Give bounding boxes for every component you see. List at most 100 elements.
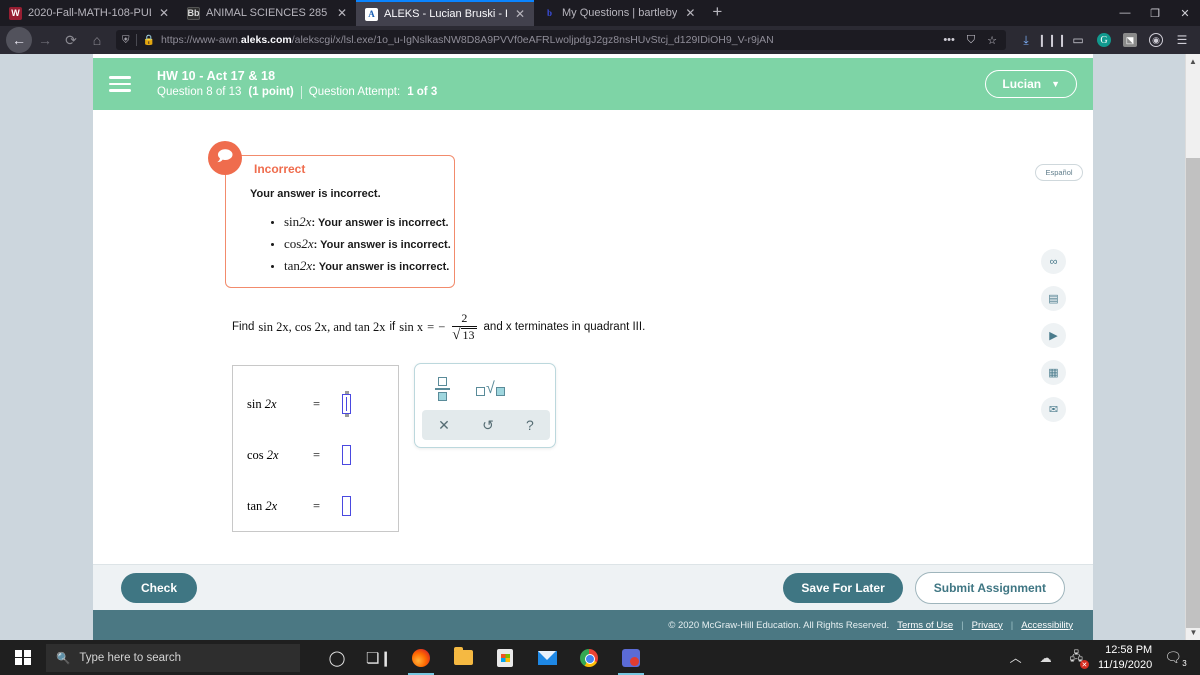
problem-terms: sin 2x, cos 2x, and tan 2x bbox=[258, 319, 386, 334]
cortana-icon[interactable]: ◯ bbox=[316, 640, 358, 675]
browser-tab-3[interactable]: b My Questions | bartleby ✕ bbox=[534, 0, 704, 26]
tab-title: 2020-Fall-MATH-108-PULLM-1 bbox=[28, 7, 151, 19]
help-icon[interactable]: ? bbox=[526, 417, 534, 433]
tab-close-icon[interactable]: ✕ bbox=[683, 6, 697, 20]
language-toggle-button[interactable]: Español bbox=[1035, 164, 1083, 181]
copyright-text: © 2020 McGraw-Hill Education. All Rights… bbox=[668, 619, 890, 631]
user-menu-button[interactable]: Lucian ▼ bbox=[985, 70, 1077, 98]
palette-actions: ✕ ↺ ? bbox=[422, 410, 550, 440]
browser-titlebar: W 2020-Fall-MATH-108-PULLM-1 ✕ Bb ANIMAL… bbox=[0, 0, 1200, 26]
extension-icon-wrap[interactable]: ⬔ bbox=[1118, 29, 1142, 51]
question-points: (1 point) bbox=[248, 85, 294, 98]
chevron-down-icon: ▼ bbox=[1051, 79, 1060, 89]
taskbar-clock[interactable]: 12:58 PM 11/19/2020 bbox=[1092, 643, 1164, 673]
worksheet-icon[interactable]: ▤ bbox=[1041, 286, 1066, 311]
search-icon: 🔍 bbox=[56, 652, 71, 665]
star-icon[interactable]: ☆ bbox=[984, 34, 1000, 47]
windows-start-icon[interactable] bbox=[0, 640, 46, 675]
problem-condition: if bbox=[389, 321, 396, 334]
tab-close-icon[interactable]: ✕ bbox=[513, 7, 527, 21]
new-tab-button[interactable]: + bbox=[704, 0, 732, 26]
answer-input-sin2x[interactable] bbox=[342, 391, 352, 417]
task-view-icon[interactable]: ❏❙ bbox=[358, 640, 400, 675]
lock-icon[interactable]: 🔒 bbox=[143, 35, 155, 46]
list-item: sin2x: Your answer is incorrect. bbox=[284, 214, 451, 230]
expr-fn: tan bbox=[284, 258, 300, 273]
answer-input-tan2x[interactable] bbox=[342, 496, 352, 516]
privacy-link[interactable]: Privacy bbox=[972, 620, 1003, 631]
expr-arg: 2x bbox=[299, 258, 313, 273]
calculator-icon[interactable]: ▦ bbox=[1041, 360, 1066, 385]
minimize-icon[interactable]: — bbox=[1110, 7, 1140, 19]
download-icon[interactable]: ⤓ bbox=[1014, 29, 1038, 51]
hamburger-icon[interactable] bbox=[109, 67, 143, 101]
answer-input-cos2x[interactable] bbox=[342, 445, 352, 465]
radical-icon[interactable]: √ bbox=[476, 381, 505, 396]
reload-icon[interactable]: ⟳ bbox=[58, 27, 84, 53]
aleks-page: HW 10 - Act 17 & 18 Question 8 of 13 (1 … bbox=[93, 54, 1093, 640]
url-path: /alekscgi/x/lsl.exe/1o_u-IgNslkasNW8D8A9… bbox=[291, 34, 774, 46]
tab-close-icon[interactable]: ✕ bbox=[335, 6, 349, 20]
list-item: tan2x: Your answer is incorrect. bbox=[284, 258, 451, 274]
microsoft-store-icon[interactable] bbox=[484, 640, 526, 675]
library-icon[interactable]: ❙❙❙ bbox=[1037, 29, 1067, 51]
browser-tab-1[interactable]: Bb ANIMAL SCIENCES 285 syllabus ✕ bbox=[178, 0, 356, 26]
chrome-icon[interactable] bbox=[568, 640, 610, 675]
pocket-icon[interactable]: ⛉ bbox=[964, 34, 978, 47]
message-icon[interactable]: ✉ bbox=[1041, 397, 1066, 422]
shield-icon[interactable]: ⛨ bbox=[122, 35, 130, 46]
divider: | bbox=[1010, 619, 1014, 631]
palette-symbols: √ bbox=[415, 364, 555, 406]
account-icon-wrap[interactable]: ◉ bbox=[1144, 29, 1168, 51]
submit-assignment-button[interactable]: Submit Assignment bbox=[914, 571, 1065, 604]
app-icon[interactable] bbox=[610, 640, 652, 675]
expr-fn: sin bbox=[284, 214, 300, 229]
math-palette: √ ✕ ↺ ? bbox=[414, 363, 556, 448]
scroll-down-icon[interactable]: ▼ bbox=[1186, 625, 1200, 640]
text-caret bbox=[345, 397, 348, 411]
undo-icon[interactable]: ↺ bbox=[482, 417, 494, 434]
menu-icon[interactable]: ☰ bbox=[1170, 29, 1194, 51]
save-for-later-button[interactable]: Save For Later bbox=[783, 572, 903, 603]
check-button[interactable]: Check bbox=[121, 572, 198, 603]
page-scrollbar[interactable]: ▲ ▼ bbox=[1185, 54, 1200, 640]
back-icon[interactable]: ← bbox=[6, 27, 32, 53]
clear-icon[interactable]: ✕ bbox=[438, 417, 450, 434]
maximize-icon[interactable]: ❐ bbox=[1140, 7, 1170, 20]
close-window-icon[interactable]: ✕ bbox=[1170, 7, 1200, 20]
attempt-label: Question Attempt: bbox=[308, 85, 401, 98]
browser-tab-2-active[interactable]: A ALEKS - Lucian Bruski - HW 10 ✕ bbox=[356, 0, 534, 26]
network-error-icon[interactable]: 🖧 ✕ bbox=[1061, 647, 1092, 669]
window-controls: — ❐ ✕ bbox=[1110, 0, 1200, 26]
grammarly-icon-wrap[interactable]: G bbox=[1092, 29, 1116, 51]
taskbar-search-input[interactable]: 🔍 Type here to search bbox=[46, 643, 300, 672]
mail-icon[interactable] bbox=[526, 640, 568, 675]
problem-sinx: sin x bbox=[399, 319, 424, 334]
browser-tab-0[interactable]: W 2020-Fall-MATH-108-PULLM-1 ✕ bbox=[0, 0, 178, 26]
firefox-icon[interactable] bbox=[400, 640, 442, 675]
fraction-icon[interactable] bbox=[435, 377, 450, 401]
divider: | bbox=[961, 619, 964, 631]
forward-icon[interactable]: → bbox=[32, 27, 58, 53]
tab-close-icon[interactable]: ✕ bbox=[157, 6, 171, 20]
toolbar-icons: ⤓ ❙❙❙ ▭ G ⬔ ◉ ☰ bbox=[1014, 29, 1194, 51]
browser-navbar: ← → ⟳ ⌂ ⛨ 🔒 https://www-awn.aleks.com/al… bbox=[0, 26, 1200, 54]
video-icon[interactable]: ▶ bbox=[1041, 323, 1066, 348]
right-actions: Save For Later Submit Assignment bbox=[783, 571, 1065, 604]
answer-label: cos 2x bbox=[247, 447, 279, 462]
glasses-icon[interactable]: ∞ bbox=[1041, 249, 1066, 274]
chevron-up-icon[interactable]: ︿ bbox=[1001, 649, 1031, 666]
address-bar[interactable]: ⛨ 🔒 https://www-awn.aleks.com/alekscgi/x… bbox=[116, 30, 1006, 50]
accessibility-link[interactable]: Accessibility bbox=[1021, 620, 1073, 631]
onedrive-icon[interactable]: ☁ bbox=[1031, 651, 1061, 665]
scrollbar-thumb[interactable] bbox=[1186, 158, 1200, 628]
file-explorer-icon[interactable] bbox=[442, 640, 484, 675]
terms-of-use-link[interactable]: Terms of Use bbox=[897, 620, 953, 631]
ellipsis-icon[interactable]: ••• bbox=[940, 34, 958, 46]
tab-strip: W 2020-Fall-MATH-108-PULLM-1 ✕ Bb ANIMAL… bbox=[0, 0, 1110, 26]
notification-icon[interactable]: 🗨 3 bbox=[1164, 649, 1192, 669]
assignment-title: HW 10 - Act 17 & 18 bbox=[157, 68, 276, 83]
scroll-up-icon[interactable]: ▲ bbox=[1186, 54, 1200, 69]
sidebar-icon[interactable]: ▭ bbox=[1066, 29, 1090, 51]
home-icon[interactable]: ⌂ bbox=[84, 27, 110, 53]
